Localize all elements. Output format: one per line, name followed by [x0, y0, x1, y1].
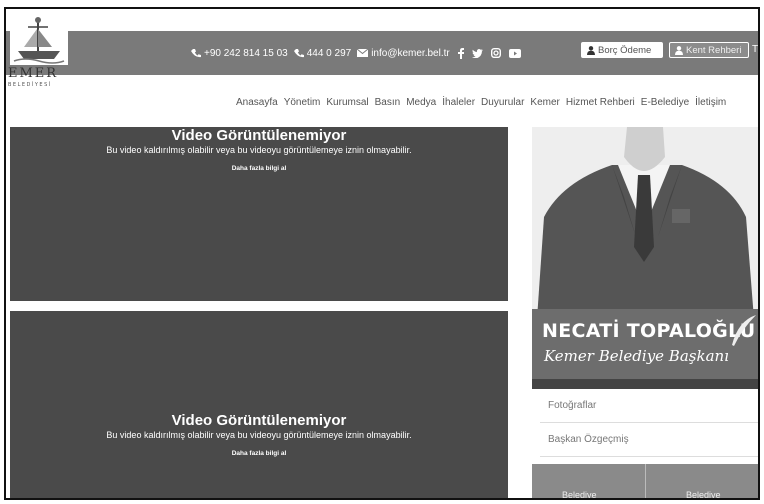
kent-rehberi-button[interactable]: Kent Rehberi [669, 42, 749, 58]
social-links [457, 47, 521, 59]
instagram-icon[interactable] [490, 48, 501, 58]
twitter-icon[interactable] [471, 48, 483, 58]
video-more-info-link[interactable]: Daha fazla bilgi al [10, 450, 508, 457]
video-error-title: Video Görüntülenemiyor [171, 127, 347, 144]
video-error-title: Video Görüntülenemiyor [171, 412, 347, 429]
nav-item-hizmet-rehberi[interactable]: Hizmet Rehberi [566, 97, 635, 115]
tile-label[interactable]: Belediye [686, 490, 721, 498]
borc-odeme-button[interactable]: Borç Ödeme [581, 42, 663, 58]
browser-frame: EMER BELEDİYESİ +90 242 814 15 03 444 0 … [4, 7, 760, 500]
nav-item-medya[interactable]: Medya [406, 97, 436, 115]
nav-item-kurumsal[interactable]: Kurumsal [326, 97, 368, 115]
video-more-info-link[interactable]: Daha fazla bilgi al [10, 165, 508, 172]
mayor-title: Kemer Belediye Başkanı [544, 347, 729, 365]
feather-icon [732, 315, 756, 346]
contact-bar: +90 242 814 15 03 444 0 297 info@kemer.b… [191, 31, 527, 75]
video-player[interactable]: Video Görüntülenemiyor Bu video kaldırıl… [10, 127, 508, 301]
mayor-name-banner: NECATİ TOPALOĞLU Kemer Belediye Başkanı [532, 309, 758, 379]
topbar-overflow-text: T [752, 44, 759, 55]
nav-item-basin[interactable]: Basın [375, 97, 401, 115]
nav-item-ihaleler[interactable]: İhaleler [442, 97, 475, 115]
video-error-description: Bu video kaldırılmış olabilir veya bu vi… [106, 430, 412, 440]
user-icon [587, 45, 595, 55]
email-text: info@kemer.bel.tr [371, 47, 450, 59]
nav-item-anasayfa[interactable]: Anasayfa [236, 97, 278, 115]
ship-logo-icon [10, 15, 68, 65]
logo[interactable]: EMER BELEDİYESİ [8, 9, 80, 99]
borc-odeme-label: Borç Ödeme [598, 44, 652, 56]
header: EMER BELEDİYESİ +90 242 814 15 03 444 0 … [6, 9, 759, 108]
envelope-icon [357, 49, 369, 57]
phone1-link[interactable]: +90 242 814 15 03 [191, 48, 288, 59]
sidebar-item-baskan-ozgecmis[interactable]: Başkan Özgeçmiş [540, 423, 758, 457]
nav-item-e-belediye[interactable]: E-Belediye [641, 97, 689, 115]
phone-icon [191, 49, 201, 58]
nav-item-duyurular[interactable]: Duyurular [481, 97, 524, 115]
phone-icon [293, 49, 304, 58]
phone1-text: +90 242 814 15 03 [204, 47, 288, 59]
video-player[interactable]: Video Görüntülenemiyor Bu video kaldırıl… [10, 311, 508, 498]
email-link[interactable]: info@kemer.bel.tr [357, 48, 450, 59]
main-nav: Anasayfa Yönetim Kurumsal Basın Medya İh… [236, 97, 726, 115]
banner-bottom-strip [532, 379, 758, 389]
nav-item-yonetim[interactable]: Yönetim [284, 97, 321, 115]
nav-item-kemer[interactable]: Kemer [530, 97, 559, 115]
tile-label[interactable]: Belediye [562, 490, 597, 498]
kent-rehberi-label: Kent Rehberi [686, 44, 742, 56]
tile-divider [645, 464, 646, 498]
logo-wordmark: EMER [8, 66, 59, 81]
logo-subtitle: BELEDİYESİ [8, 82, 52, 88]
belediye-tiles: Belediye Belediye [532, 464, 758, 498]
mayor-name: NECATİ TOPALOĞLU [542, 320, 756, 342]
nav-item-iletisim[interactable]: İletişim [695, 97, 726, 115]
mayor-portrait-image [532, 127, 758, 319]
facebook-icon[interactable] [457, 47, 464, 59]
phone2-text: 444 0 297 [306, 47, 352, 59]
user-icon [675, 45, 683, 55]
phone2-link[interactable]: 444 0 297 [293, 47, 352, 59]
sidebar-item-fotograflar[interactable]: Fotoğraflar [540, 389, 758, 423]
youtube-icon[interactable] [508, 48, 521, 58]
video-error-description: Bu video kaldırılmış olabilir veya bu vi… [106, 145, 412, 155]
mayor-photo [532, 127, 758, 319]
